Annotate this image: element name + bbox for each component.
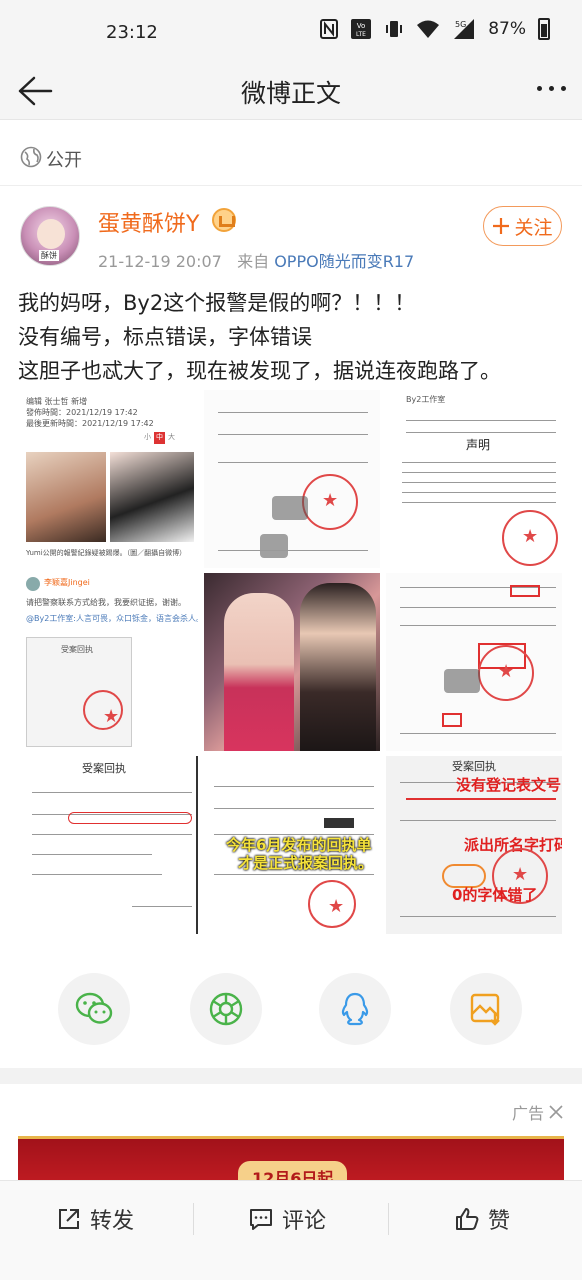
- volte-icon: Vo LTE: [350, 18, 372, 40]
- page-title: 微博正文: [240, 79, 341, 108]
- ad-label: 广告: [511, 1104, 544, 1123]
- save-image-button[interactable]: [450, 973, 522, 1045]
- photo-woman: [110, 452, 194, 542]
- comment-label: 评论: [282, 1209, 327, 1234]
- wechat-icon: [75, 992, 113, 1024]
- avatar[interactable]: 酥饼: [20, 206, 80, 266]
- wifi-icon: [416, 19, 440, 39]
- vibrate-icon: [384, 19, 404, 39]
- post-line: 没有编号，标点错误，字体错误: [18, 325, 312, 349]
- battery-percent: 87%: [488, 19, 526, 39]
- svg-text:LTE: LTE: [356, 31, 366, 38]
- status-bar: 23:12 Vo LTE 5G 87%: [0, 0, 582, 62]
- grid-image-photo[interactable]: [204, 573, 380, 751]
- bottom-action-bar: 转发 评论 赞: [0, 1180, 582, 1256]
- font-size-toggle: 小中大: [144, 432, 194, 444]
- post-time: 21-12-19 20:07: [98, 252, 222, 271]
- grid-image-marked-receipt[interactable]: [386, 573, 562, 751]
- plus-icon: [493, 218, 510, 234]
- post-line: 这胆子也忒大了，现在被发现了，据说连夜跑路了。: [18, 359, 501, 383]
- post-source[interactable]: OPPO随光而变R17: [274, 252, 414, 271]
- follow-label: 关注: [514, 216, 553, 239]
- grid-image-receipt[interactable]: [204, 390, 380, 568]
- close-icon: [549, 1105, 563, 1119]
- visibility-bar: 公开: [0, 132, 582, 186]
- battery-icon: [538, 18, 550, 40]
- post-line: 我的妈呀，By2这个报警是假的啊？！！！: [18, 291, 416, 315]
- moments-icon: [209, 992, 243, 1026]
- author-name[interactable]: 蛋黄酥饼Y: [98, 206, 199, 238]
- ad-close-button[interactable]: 广告: [512, 1100, 564, 1124]
- grid-image-official-receipt[interactable]: 今年6月发布的回执单 才是正式报案回执。: [204, 756, 380, 934]
- section-divider: [0, 1068, 582, 1084]
- repost-label: 转发: [90, 1209, 135, 1234]
- share-row: [0, 945, 582, 1065]
- nfc-icon: [320, 19, 339, 39]
- comment-button[interactable]: 评论: [248, 1203, 326, 1235]
- globe-icon: [20, 146, 42, 168]
- grid-image-annotated-receipt[interactable]: 受案回执 没有登记表文号 派出所名字打码 0的字体错了: [386, 756, 562, 934]
- share-moments-button[interactable]: [190, 973, 262, 1045]
- source-prefix: 来自: [237, 252, 270, 271]
- image-grid: 编辑 张士哲 新增 發佈時間：2021/12/19 17:42 最後更新時間：2…: [22, 390, 562, 938]
- post-meta: 21-12-19 20:07 来自 OPPO随光而变R17: [98, 248, 414, 272]
- nav-bar: 微博正文: [0, 62, 582, 120]
- status-icons: Vo LTE 5G 87%: [320, 18, 550, 40]
- thumbs-up-icon: [456, 1208, 479, 1230]
- avatar-tag: 酥饼: [39, 250, 59, 261]
- post-text: 我的妈呀，By2这个报警是假的啊？！！！ 没有编号，标点错误，字体错误 这胆子也…: [18, 286, 566, 388]
- photo-couple: [26, 452, 106, 542]
- status-time: 23:12: [106, 22, 158, 43]
- doc-thumbnail: 受案回执: [26, 637, 132, 747]
- qq-icon: [341, 992, 369, 1026]
- like-button[interactable]: 赞: [454, 1203, 510, 1235]
- svg-text:5G: 5G: [455, 20, 466, 29]
- svg-text:Vo: Vo: [357, 22, 366, 30]
- grid-image-receipt-template[interactable]: 受案回执: [22, 756, 198, 934]
- repost-icon: [59, 1209, 79, 1229]
- grid-image-news[interactable]: 编辑 张士哲 新增 發佈時間：2021/12/19 17:42 最後更新時間：2…: [22, 390, 198, 568]
- like-label: 赞: [488, 1209, 511, 1234]
- crown-badge-icon: [212, 208, 236, 232]
- visibility-label: 公开: [46, 150, 82, 171]
- more-options-button[interactable]: [537, 86, 566, 91]
- save-image-icon: [470, 993, 500, 1026]
- more-dot-icon: [561, 86, 566, 91]
- repost-button[interactable]: 转发: [56, 1203, 134, 1235]
- comment-icon: [250, 1209, 272, 1230]
- more-dot-icon: [549, 86, 554, 91]
- follow-button[interactable]: 关注: [483, 206, 562, 246]
- grid-image-statement[interactable]: By2工作室 声明: [386, 390, 562, 568]
- share-wechat-button[interactable]: [58, 973, 130, 1045]
- more-dot-icon: [537, 86, 542, 91]
- signal-icon: 5G: [452, 18, 476, 40]
- grid-image-weibo-post[interactable]: 李颖嘉Jingei 请把警察联系方式给我，我要织证据，谢谢。 @By2工作室:人…: [22, 573, 198, 751]
- share-qq-button[interactable]: [319, 973, 391, 1045]
